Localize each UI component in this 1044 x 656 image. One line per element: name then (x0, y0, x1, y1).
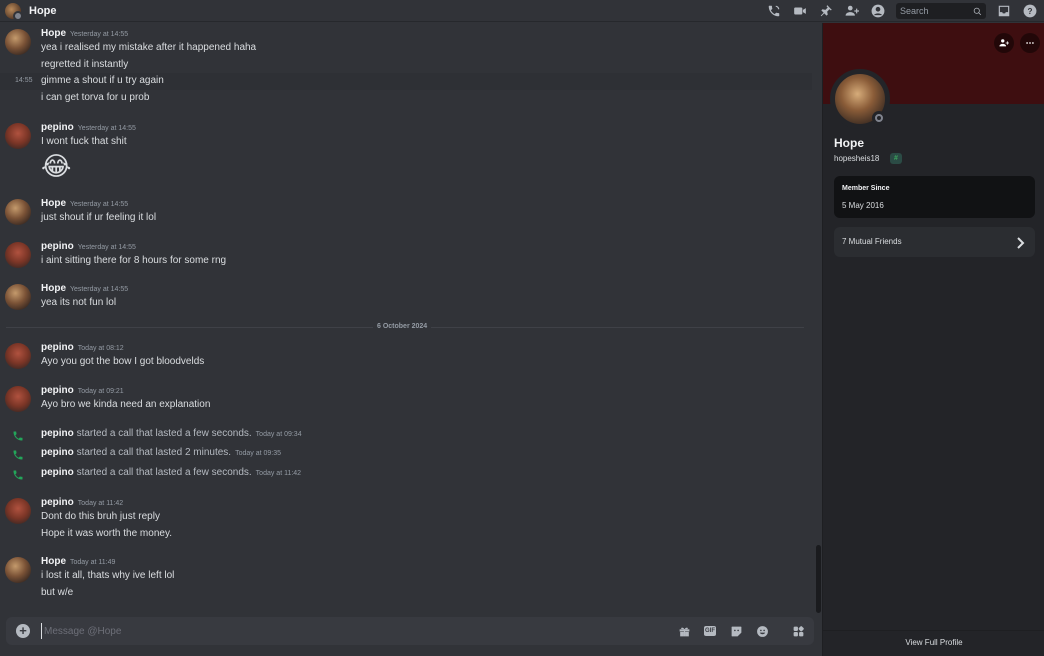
member-since-card: Member Since 5 May 2016 (834, 176, 1035, 218)
video-call-icon[interactable] (792, 3, 808, 19)
message-author[interactable]: pepino Today at 11:42 (41, 497, 123, 508)
svg-text:?: ? (1028, 7, 1033, 16)
phone-icon (12, 448, 24, 460)
message-timestamp: Today at 09:34 (255, 431, 302, 438)
add-friends-icon[interactable] (844, 3, 860, 19)
avatar[interactable] (5, 386, 31, 412)
dm-avatar[interactable] (5, 2, 23, 21)
message-text: just shout if ur feeling it lol (41, 212, 157, 223)
chevron-right-icon (1015, 236, 1025, 249)
call-log-text: pepino started a call that lasted a few … (41, 467, 302, 478)
message-text: regretted it instantly (41, 59, 129, 70)
avatar[interactable] (5, 498, 31, 524)
call-log-text: pepino started a call that lasted a few … (41, 428, 302, 439)
message-text: Dont do this bruh just reply (41, 511, 160, 522)
avatar[interactable] (5, 123, 31, 149)
user-profile-panel: Hope hopesheis18 # Member Since 5 May 20… (822, 23, 1044, 656)
message-timestamp: Today at 11:42 (77, 500, 124, 507)
message-timestamp: Yesterday at 14:55 (77, 125, 136, 132)
call-log-entry: pepino started a call that lasted a few … (0, 428, 812, 442)
channel-header: Hope Search ? (0, 0, 1044, 22)
member-since-label: Member Since (842, 185, 890, 192)
message-timestamp: Yesterday at 14:55 (70, 31, 129, 38)
message-composer: + GIF (6, 617, 814, 645)
message-timestamp: Today at 11:49 (70, 559, 116, 566)
dm-title[interactable]: Hope (29, 5, 57, 17)
add-friend-icon[interactable] (994, 33, 1014, 53)
date-divider-label: 6 October 2024 (373, 323, 432, 330)
message-text: gimme a shout if u try again (41, 75, 164, 86)
more-options-icon[interactable] (1020, 33, 1040, 53)
message-timestamp: Yesterday at 14:55 (77, 244, 136, 251)
profile-username[interactable]: hopesheis18 (834, 154, 879, 163)
offline-status-icon (872, 111, 886, 125)
add-attachment-button[interactable]: + (16, 624, 30, 638)
message-text: i lost it all, thats why ive left lol (41, 570, 175, 581)
message-text: I wont fuck that shit (41, 136, 127, 147)
inbox-icon[interactable] (996, 3, 1012, 19)
call-author[interactable]: pepino (41, 428, 74, 439)
avatar[interactable] (5, 199, 31, 225)
voice-call-icon[interactable] (766, 3, 782, 19)
message-author[interactable]: Hope Yesterday at 14:55 (41, 283, 128, 294)
member-since-value: 5 May 2016 (842, 201, 884, 210)
message-text: yea its not fun lol (41, 297, 117, 308)
phone-icon (12, 429, 24, 441)
view-full-profile-button[interactable]: View Full Profile (823, 630, 1044, 656)
chat-scrollbar-thumb[interactable] (816, 545, 821, 613)
discord-dm-window: Hope Search ? Hope Yesterday at 14:55 ye… (0, 0, 1044, 656)
sticker-icon[interactable] (729, 624, 743, 638)
message-timestamp: Today at 09:35 (235, 450, 282, 457)
profile-badge-icon[interactable]: # (890, 153, 902, 164)
message-input[interactable] (41, 623, 641, 639)
message-text: i aint sitting there for 8 hours for som… (41, 255, 227, 266)
message-author[interactable]: pepino Yesterday at 14:55 (41, 122, 136, 133)
message-timestamp: Yesterday at 14:55 (70, 286, 129, 293)
mutual-friends-button[interactable]: 7 Mutual Friends (834, 227, 1035, 257)
emoji-picker-icon[interactable] (755, 624, 769, 638)
message-author[interactable]: Hope Yesterday at 14:55 (41, 28, 128, 39)
emoji-joy: 😂 (41, 151, 72, 181)
apps-icon[interactable] (791, 624, 805, 638)
message-text: Hope it was worth the money. (41, 528, 172, 539)
search-icon (973, 7, 982, 15)
message-timestamp: Today at 08:12 (77, 345, 124, 352)
message-text: but w/e (41, 587, 74, 598)
call-log-text: pepino started a call that lasted 2 minu… (41, 447, 282, 458)
search-placeholder: Search (900, 6, 929, 16)
message-author[interactable]: pepino Today at 09:21 (41, 385, 124, 396)
message-author[interactable]: pepino Yesterday at 14:55 (41, 241, 136, 252)
help-icon[interactable]: ? (1022, 3, 1038, 19)
message-timestamp: Yesterday at 14:55 (70, 201, 129, 208)
header-toolbar: Search ? (756, 0, 1044, 22)
avatar[interactable] (5, 343, 31, 369)
phone-icon (12, 468, 24, 480)
profile-display-name: Hope (834, 136, 864, 150)
message-text: i can get torva for u prob (41, 92, 150, 103)
call-author[interactable]: pepino (41, 447, 74, 458)
message-timestamp: Today at 09:21 (77, 388, 124, 395)
gift-icon[interactable] (677, 624, 691, 638)
message-author[interactable]: Hope Today at 11:49 (41, 556, 115, 567)
call-log-entry: pepino started a call that lasted 2 minu… (0, 447, 812, 461)
search-input[interactable]: Search (896, 3, 986, 19)
mutual-friends-label: 7 Mutual Friends (842, 237, 902, 246)
message-author[interactable]: pepino Today at 08:12 (41, 342, 124, 353)
avatar[interactable] (5, 29, 31, 55)
gif-button[interactable]: GIF (703, 624, 717, 638)
call-author[interactable]: pepino (41, 467, 74, 478)
avatar[interactable] (5, 557, 31, 583)
user-profile-icon[interactable] (870, 3, 886, 19)
avatar[interactable] (5, 242, 31, 268)
pin-icon[interactable] (818, 3, 834, 19)
avatar[interactable] (5, 284, 31, 310)
message-text: yea i realised my mistake after it happe… (41, 42, 257, 53)
message-text: Ayo bro we kinda need an explanation (41, 399, 211, 410)
message-timestamp: Today at 11:42 (255, 470, 302, 477)
message-list[interactable]: Hope Yesterday at 14:55 yea i realised my… (0, 23, 822, 613)
message-author[interactable]: Hope Yesterday at 14:55 (41, 198, 128, 209)
call-log-entry: pepino started a call that lasted a few … (0, 467, 812, 481)
message-text: Ayo you got the bow I got bloodvelds (41, 356, 205, 367)
message-hover-time: 14:55 (15, 77, 33, 84)
